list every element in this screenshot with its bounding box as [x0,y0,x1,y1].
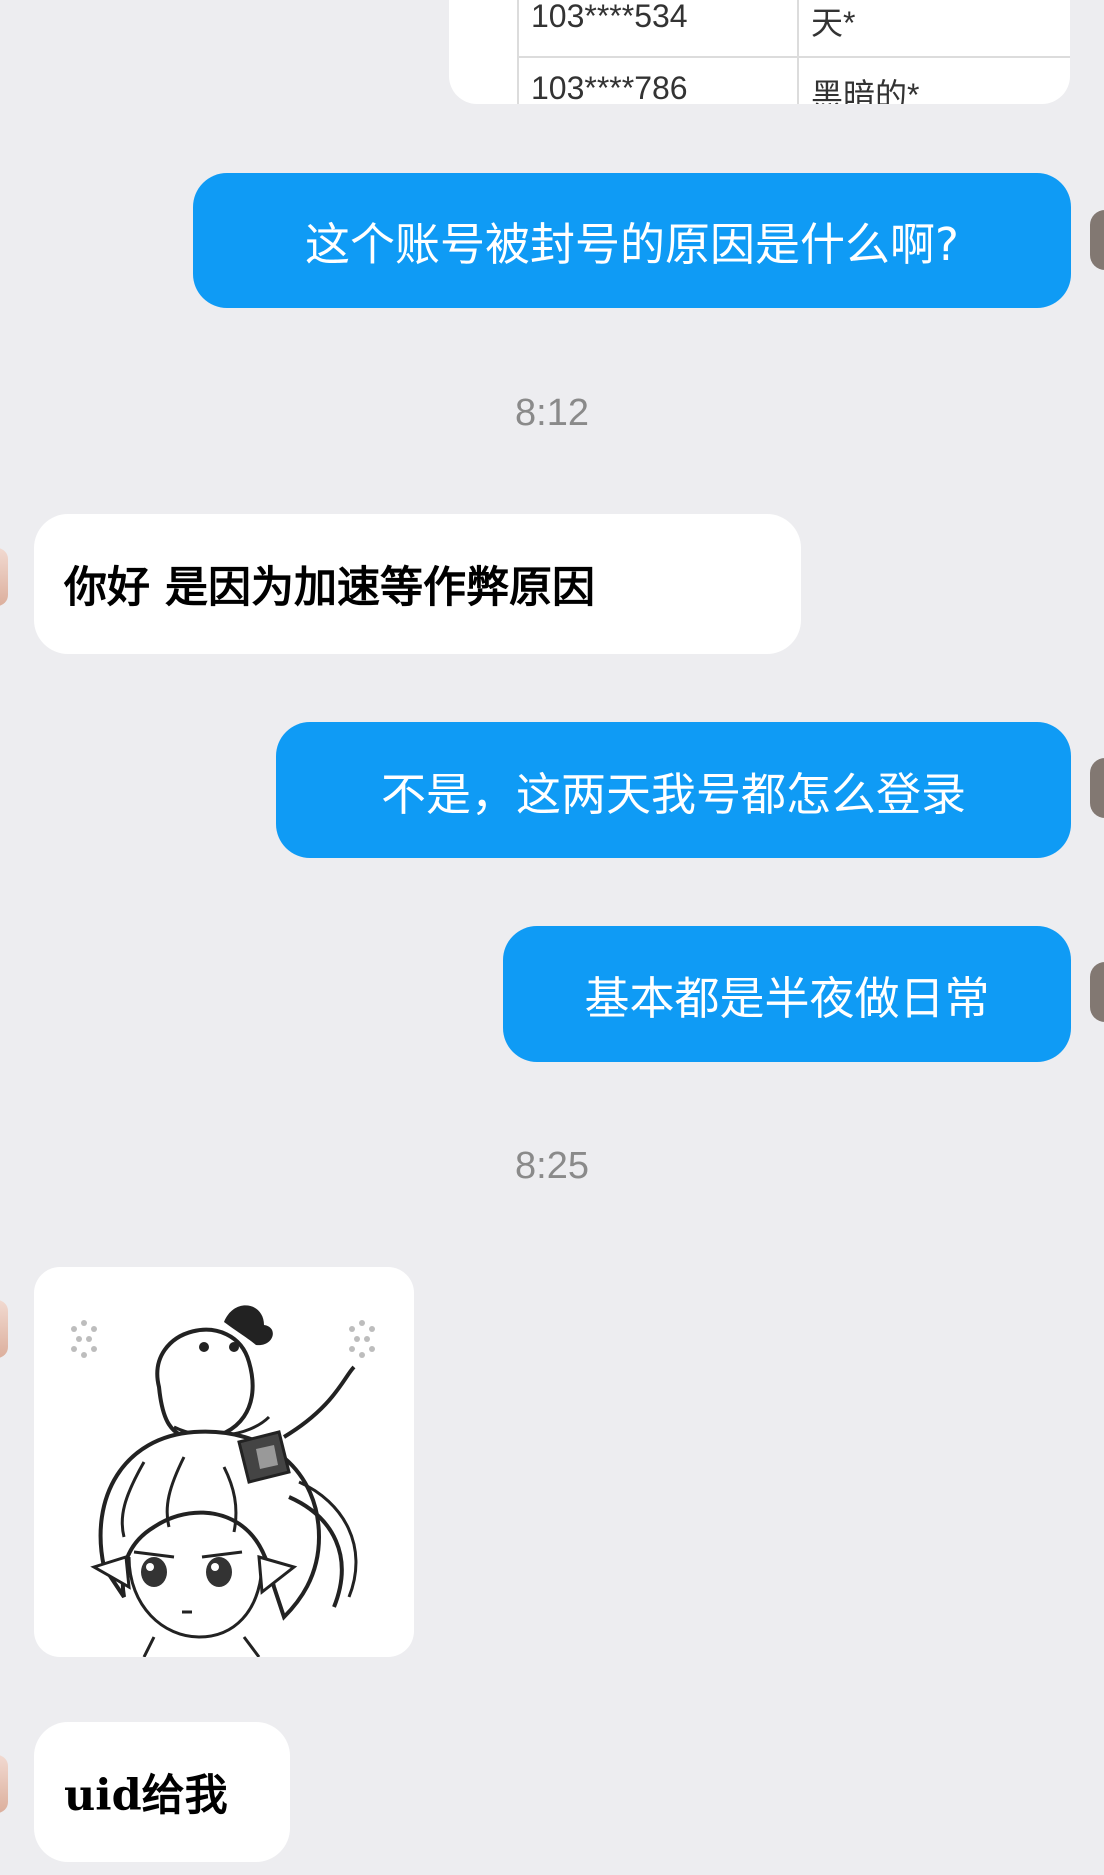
message-text: 不是，这两天我号都怎么登录 [380,767,966,821]
user-avatar[interactable] [1090,962,1104,1022]
table-cell-name: 黑暗的* [799,42,1070,104]
message-text: 基本都是半夜做日常 [584,971,990,1025]
table-row: 103****534 天* [517,0,1070,42]
timestamp: 8:12 [515,392,589,434]
incoming-message-bubble[interactable]: uid给我 [34,1722,290,1862]
support-avatar[interactable] [0,1755,8,1813]
incoming-message-bubble[interactable]: 你好 是因为加速等作弊原因 [34,514,801,654]
table-cell-id: 103****786 [517,42,799,104]
shared-table-card[interactable]: 103****534 天* 103****786 黑暗的* [449,0,1070,104]
message-text: 你好 是因为加速等作弊原因 [64,563,595,613]
outgoing-message-bubble[interactable]: 基本都是半夜做日常 [503,926,1071,1062]
outgoing-message-bubble[interactable]: 不是，这两天我号都怎么登录 [276,722,1071,858]
support-avatar[interactable] [0,1300,8,1358]
sticker-message[interactable] [34,1267,414,1657]
table-cell-name-text: 天* [811,5,856,41]
table-cell-id-text: 103****786 [531,70,688,104]
table-cell-id: 103****534 [517,0,799,42]
outgoing-message-bubble[interactable]: 这个账号被封号的原因是什么啊? [193,173,1071,308]
anime-girl-with-chick-sticker-icon [71,1305,375,1657]
timestamp: 8:25 [515,1145,589,1187]
message-text: 这个账号被封号的原因是什么啊? [305,218,959,271]
table-row: 103****786 黑暗的* [517,42,1070,104]
table-cell-name-text: 黑暗的* [811,77,920,104]
table-cell-name: 天* [799,0,1070,42]
table-cell-id-text: 103****534 [531,0,688,34]
message-text: uid给我 [64,1771,228,1821]
user-avatar[interactable] [1090,210,1104,270]
support-avatar[interactable] [0,548,8,606]
user-avatar[interactable] [1090,758,1104,818]
